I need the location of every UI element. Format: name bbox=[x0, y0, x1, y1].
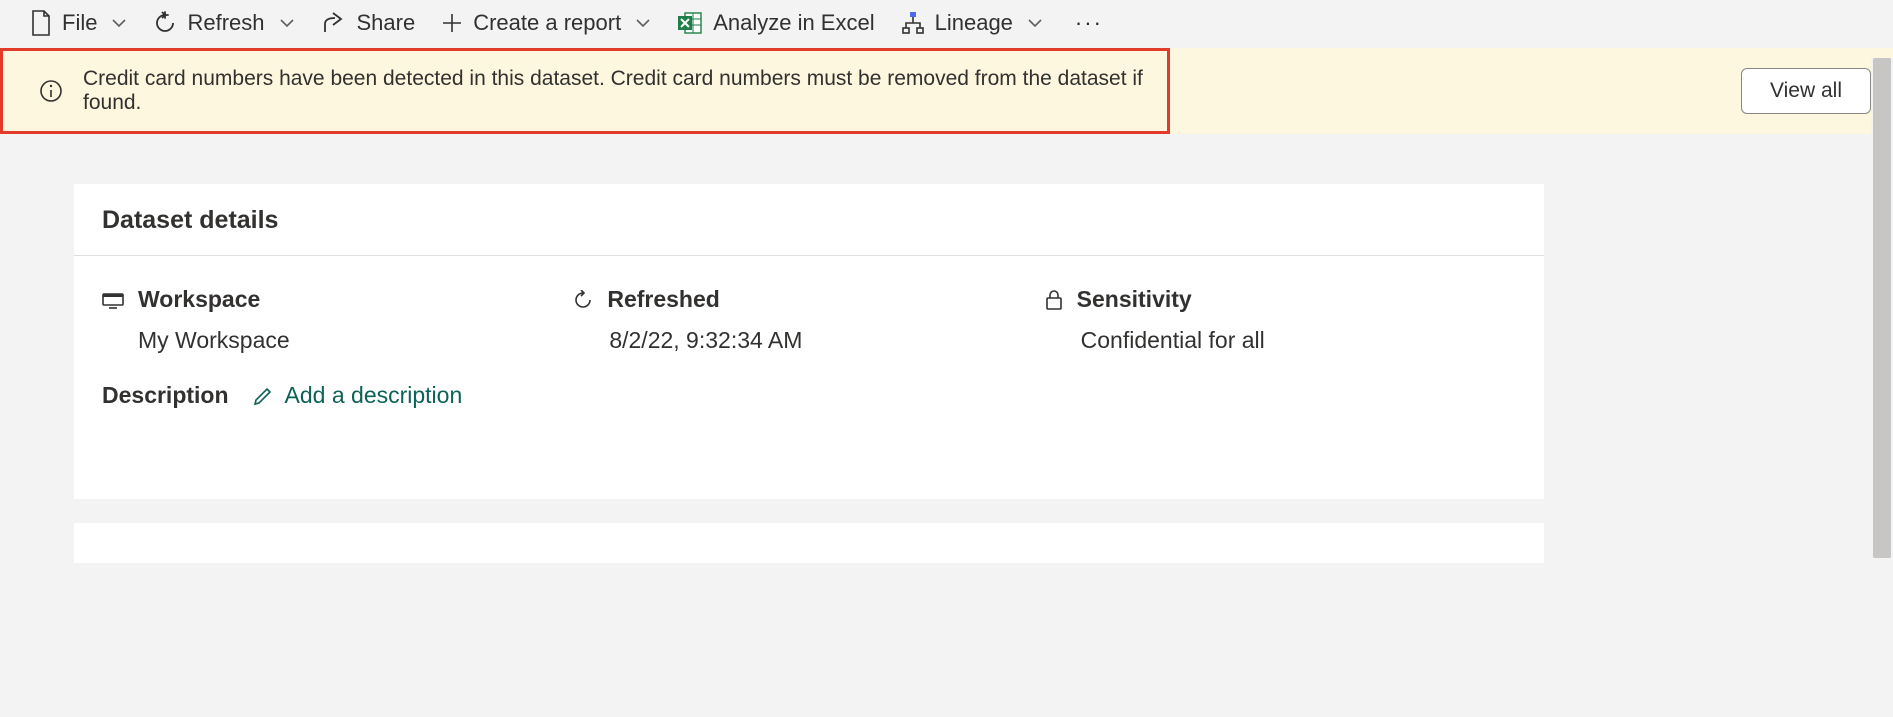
file-label: File bbox=[62, 10, 97, 36]
view-all-button[interactable]: View all bbox=[1741, 68, 1871, 114]
refresh-icon bbox=[153, 11, 177, 35]
lineage-icon bbox=[901, 11, 925, 35]
share-button[interactable]: Share bbox=[321, 10, 416, 36]
lock-icon bbox=[1045, 289, 1063, 311]
plus-icon bbox=[441, 12, 463, 34]
warning-banner-highlight: Credit card numbers have been detected i… bbox=[0, 48, 1170, 134]
chevron-down-icon bbox=[279, 18, 295, 28]
scroll-thumb[interactable] bbox=[1873, 58, 1891, 558]
next-card-placeholder bbox=[74, 523, 1544, 563]
card-title: Dataset details bbox=[102, 206, 1516, 235]
chevron-down-icon bbox=[111, 18, 127, 28]
warning-banner-text: Credit card numbers have been detected i… bbox=[83, 67, 1145, 115]
lineage-label: Lineage bbox=[935, 10, 1013, 36]
workspace-value: My Workspace bbox=[102, 327, 573, 354]
toolbar: File Refresh Share Create a report bbox=[0, 0, 1893, 48]
refresh-menu[interactable]: Refresh bbox=[153, 10, 294, 36]
refreshed-label: Refreshed bbox=[607, 286, 719, 313]
warning-banner: Credit card numbers have been detected i… bbox=[0, 48, 1893, 134]
chevron-down-icon bbox=[635, 18, 651, 28]
vertical-scrollbar[interactable] bbox=[1871, 58, 1893, 716]
info-icon bbox=[39, 79, 63, 103]
create-report-menu[interactable]: Create a report bbox=[441, 10, 651, 36]
dataset-details-card: Dataset details Workspace My Workspace bbox=[74, 184, 1544, 499]
sensitivity-value: Confidential for all bbox=[1045, 327, 1516, 354]
add-description-button[interactable]: Add a description bbox=[253, 382, 463, 409]
refresh-small-icon bbox=[573, 290, 593, 310]
workspace-icon bbox=[102, 291, 124, 309]
excel-icon bbox=[677, 11, 703, 35]
chevron-down-icon bbox=[1027, 18, 1043, 28]
analyze-excel-button[interactable]: Analyze in Excel bbox=[677, 10, 874, 36]
share-icon bbox=[321, 12, 347, 34]
create-report-label: Create a report bbox=[473, 10, 621, 36]
refreshed-value: 8/2/22, 9:32:34 AM bbox=[573, 327, 1044, 354]
sensitivity-section: Sensitivity Confidential for all bbox=[1045, 286, 1516, 354]
refresh-label: Refresh bbox=[187, 10, 264, 36]
content-area: Dataset details Workspace My Workspace bbox=[0, 134, 1893, 563]
more-options-button[interactable]: ··· bbox=[1069, 10, 1109, 36]
sensitivity-label: Sensitivity bbox=[1077, 286, 1192, 313]
analyze-excel-label: Analyze in Excel bbox=[713, 10, 874, 36]
workspace-section: Workspace My Workspace bbox=[102, 286, 573, 354]
add-description-label: Add a description bbox=[285, 382, 463, 409]
edit-icon bbox=[253, 386, 273, 406]
file-icon bbox=[30, 10, 52, 36]
description-label: Description bbox=[102, 382, 229, 409]
lineage-menu[interactable]: Lineage bbox=[901, 10, 1043, 36]
workspace-label: Workspace bbox=[138, 286, 260, 313]
file-menu[interactable]: File bbox=[30, 10, 127, 36]
refreshed-section: Refreshed 8/2/22, 9:32:34 AM bbox=[573, 286, 1044, 354]
share-label: Share bbox=[357, 10, 416, 36]
